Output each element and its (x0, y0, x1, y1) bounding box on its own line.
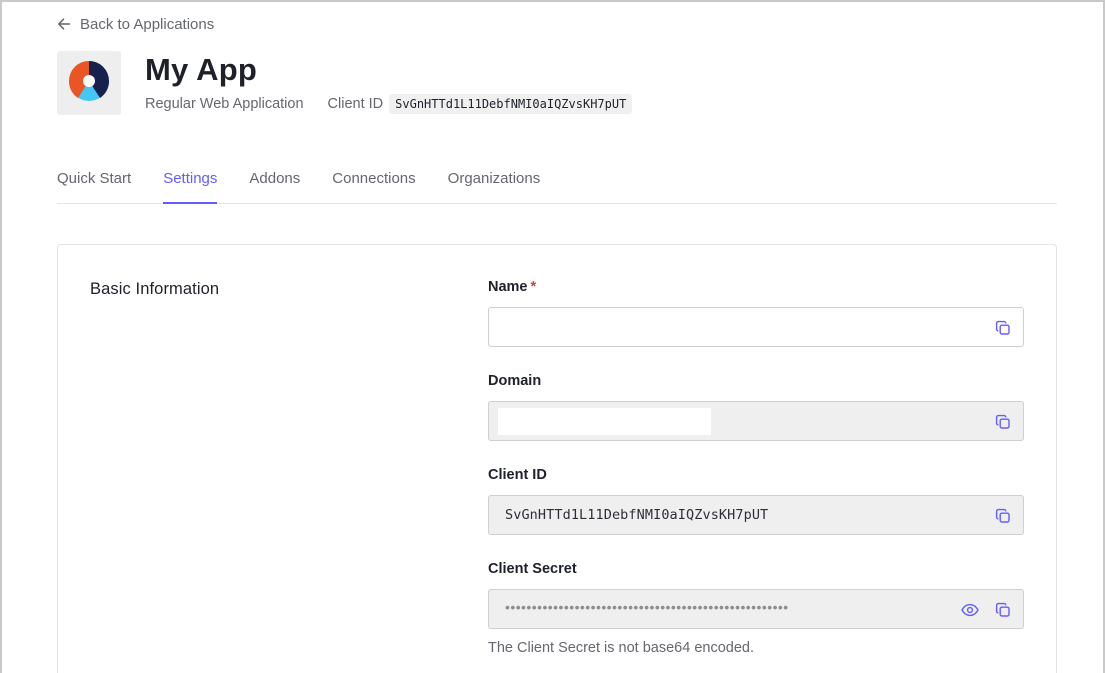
basic-information-card: Basic Information Name * Domain Client ID… (57, 244, 1057, 673)
name-field-label: Name * (488, 279, 536, 295)
name-input[interactable] (488, 307, 1024, 347)
app-logo (57, 51, 121, 115)
copy-icon[interactable] (993, 318, 1013, 338)
name-label-text: Name (488, 279, 528, 295)
page-title: My App (145, 52, 257, 87)
tab-addons[interactable]: Addons (249, 160, 300, 203)
client-id-input-value: SvGnHTTd1L11DebfNMI0aIQZvsKH7pUT (505, 507, 769, 523)
client-secret-masked-value: ••••••••••••••••••••••••••••••••••••••••… (505, 599, 789, 615)
client-id-chip[interactable]: SvGnHTTd1L11DebfNMI0aIQZvsKH7pUT (389, 94, 633, 114)
client-id-header-label: Client ID (327, 96, 384, 112)
copy-icon[interactable] (993, 412, 1013, 432)
domain-field-label: Domain (488, 373, 542, 389)
client-secret-field-label: Client Secret (488, 561, 577, 577)
client-id-input[interactable]: SvGnHTTd1L11DebfNMI0aIQZvsKH7pUT (488, 495, 1024, 535)
settings-tabs: Quick Start Settings Addons Connections … (57, 160, 1057, 204)
eye-icon[interactable] (960, 600, 980, 620)
redacted-domain-value (498, 408, 711, 435)
client-id-field-label: Client ID (488, 467, 547, 483)
copy-icon[interactable] (993, 506, 1013, 526)
tab-organizations[interactable]: Organizations (448, 160, 541, 203)
arrow-left-icon (57, 17, 71, 31)
app-meta: Regular Web Application Client ID SvGnHT… (145, 94, 633, 114)
client-secret-input[interactable]: ••••••••••••••••••••••••••••••••••••••••… (488, 589, 1024, 629)
section-title: Basic Information (90, 280, 220, 298)
app-logo-icon (68, 60, 110, 107)
back-to-applications-link[interactable]: Back to Applications (57, 14, 214, 34)
domain-input[interactable] (488, 401, 1024, 441)
tab-settings[interactable]: Settings (163, 160, 218, 204)
client-secret-helper-text: The Client Secret is not base64 encoded. (488, 640, 754, 656)
back-link-label: Back to Applications (80, 15, 215, 33)
app-type-label: Regular Web Application (145, 96, 304, 112)
tab-quick-start[interactable]: Quick Start (57, 160, 131, 203)
required-indicator: * (530, 279, 537, 295)
tab-connections[interactable]: Connections (332, 160, 415, 203)
copy-icon[interactable] (993, 600, 1013, 620)
